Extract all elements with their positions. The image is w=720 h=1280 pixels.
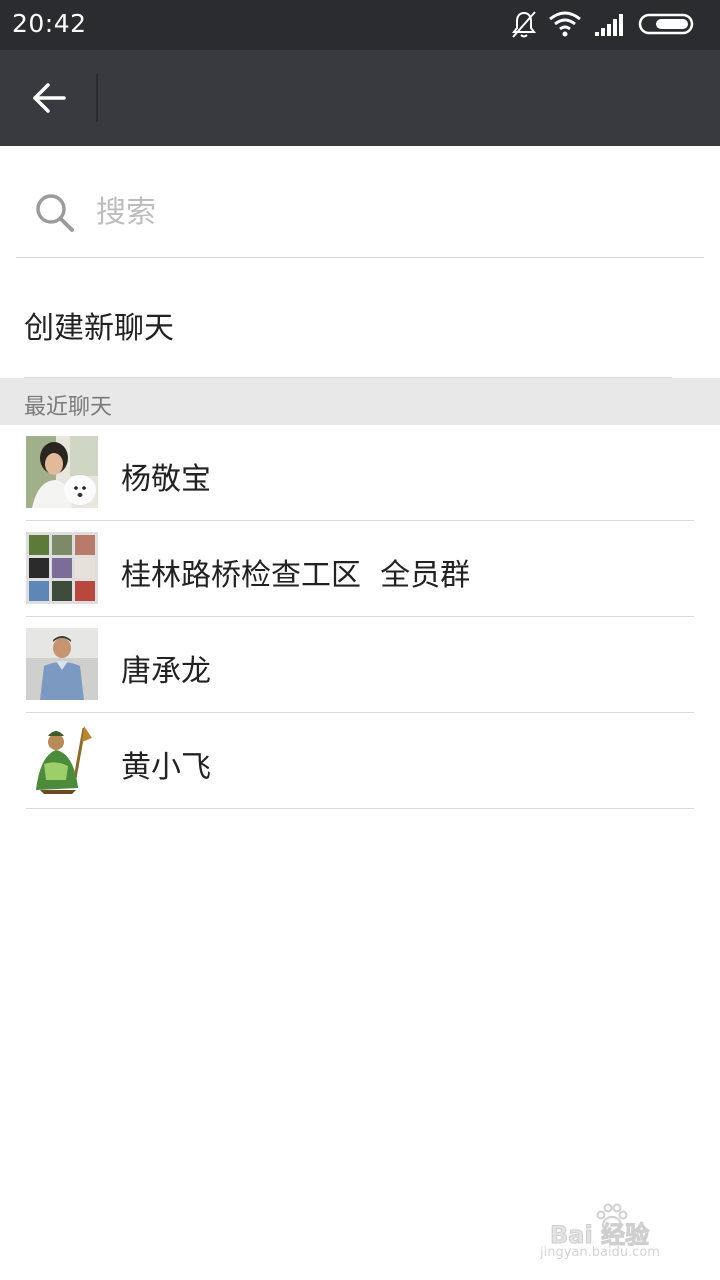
baidu-jingyan-watermark: Bai 经验 jingyan.baidu.com [540, 1203, 680, 1265]
recent-chats-header: 最近聊天 [0, 378, 720, 425]
create-new-chat-button[interactable]: 创建新聊天 [24, 258, 672, 378]
wifi-icon [549, 11, 581, 37]
battery-icon [638, 13, 694, 35]
title-divider [96, 74, 98, 122]
mute-bell-icon [512, 11, 536, 38]
recent-chat-list: 杨敬宝 桂林路桥检查工区 全员群 唐承龙 黄小飞 [0, 425, 720, 809]
back-button[interactable] [22, 76, 76, 120]
chat-name: 杨敬宝 [121, 462, 211, 497]
chat-name: 唐承龙 [121, 654, 211, 689]
row-divider [26, 808, 694, 809]
chat-item-huang-xiaofei[interactable]: 黄小飞 [0, 713, 720, 809]
chat-item-group[interactable]: 桂林路桥检查工区 全员群 [0, 521, 720, 617]
chat-item-tang-chenglong[interactable]: 唐承龙 [0, 617, 720, 713]
search-icon [36, 194, 74, 232]
status-time: 20:42 [12, 9, 87, 38]
signal-icon [595, 14, 623, 36]
avatar [26, 436, 98, 508]
avatar [26, 724, 98, 796]
create-new-chat-label: 创建新聊天 [24, 311, 174, 346]
chat-item-yang-jingbao[interactable]: 杨敬宝 [0, 425, 720, 521]
recent-chats-title: 最近聊天 [24, 395, 113, 420]
status-bar: 20:42 [0, 0, 720, 50]
back-arrow-icon [33, 83, 66, 113]
title-bar [0, 50, 720, 146]
status-icons [510, 10, 710, 40]
avatar [26, 628, 98, 700]
share-to-chat-screen: 20:42 搜索 创建新聊天 最近聊天 杨敬宝 桂林路桥检查工区 全员群 唐承龙… [0, 0, 720, 1280]
chat-name: 桂林路桥检查工区 全员群 [121, 558, 471, 593]
search-bar [16, 146, 704, 258]
search-input[interactable] [94, 186, 658, 238]
watermark-url: jingyan.baidu.com [540, 1245, 660, 1260]
avatar [26, 532, 98, 604]
chat-name: 黄小飞 [121, 750, 211, 785]
